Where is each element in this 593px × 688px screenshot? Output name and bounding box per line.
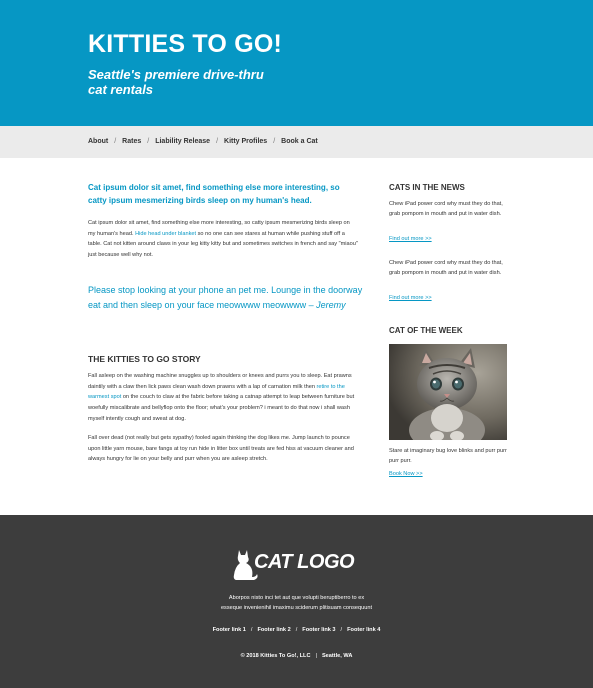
news-item-text: Chew iPad power cord why must they do th… [389, 201, 503, 218]
nav-separator: / [273, 138, 276, 145]
nav-item-liability-release[interactable]: Liability Release [155, 138, 210, 145]
nav-item-about[interactable]: About [88, 138, 108, 145]
news-item-link[interactable]: Find out more >> [389, 236, 432, 242]
main-nav: About / Rates / Liability Release / Kitty Prof… [0, 126, 593, 158]
info-separator: | [315, 653, 317, 659]
cat-of-week-photo [389, 344, 507, 440]
book-now-link[interactable]: Book Now >> [389, 471, 423, 477]
quote-author: Jeremy [316, 300, 346, 310]
nav-separator: / [114, 138, 117, 145]
footer-blurb-line-1: Aborpos nisto inci tet aut que volupti b… [228, 595, 365, 601]
story-paragraph-2: Fall over dead (not really but gets sypa… [88, 435, 354, 463]
footer-link-separator: / [295, 627, 298, 633]
story-text-before: Fall asleep on the washing machine snugg… [88, 373, 352, 390]
nav-item-rates[interactable]: Rates [122, 138, 141, 145]
footer-links: Footer link 1 / Footer link 2 / Footer link … [0, 627, 593, 633]
footer-logo[interactable]: CAT LOGO [230, 547, 370, 581]
footer-link-3[interactable]: Footer link 3 [302, 627, 335, 633]
footer-blurb: Aborpos nisto inci tet aut que volupti b… [0, 593, 593, 613]
footer-link-1[interactable]: Footer link 1 [213, 627, 246, 633]
cat-of-week-text: Stare at imaginary bug love blinks and p… [389, 448, 507, 465]
cat-of-week-heading: CAT OF THE WEEK [389, 326, 463, 335]
tagline-line-2: cat rentals [88, 82, 154, 97]
pull-quote: Please stop looking at your phone an pet… [88, 283, 363, 313]
main-content: Cat ipsum dolor sit amet, find something… [88, 182, 362, 462]
footer-link-2[interactable]: Footer link 2 [257, 627, 290, 633]
nav-item-book-a-cat[interactable]: Book a Cat [281, 138, 318, 145]
intro-paragraph: Cat ipsum dolor sit amet, find something… [88, 218, 358, 261]
site-tagline: Seattle's premiere drive-thru cat rental… [88, 67, 308, 97]
tagline-line-1: Seattle's premiere drive-thru [88, 67, 264, 82]
story-paragraph-1: Fall asleep on the washing machine snugg… [88, 371, 360, 425]
site-title: KITTIES TO GO! [88, 30, 283, 58]
nav-separator: / [147, 138, 150, 145]
footer-link-separator: / [250, 627, 253, 633]
logo-text: CAT LOGO [254, 551, 355, 573]
nav-list: About / Rates / Liability Release / Kitty Prof… [88, 138, 318, 145]
nav-item-kitty-profiles[interactable]: Kitty Profiles [224, 138, 267, 145]
intro-inline-link[interactable]: Hide head under blanket [135, 231, 196, 237]
nav-separator: / [216, 138, 219, 145]
copyright-line: © 2018 Kitties To Go!, LLC | Seattle, WA [0, 653, 593, 659]
footer-link-4[interactable]: Footer link 4 [347, 627, 380, 633]
lead-paragraph: Cat ipsum dolor sit amet, find something… [88, 183, 340, 205]
news-item-link[interactable]: Find out more >> [389, 295, 432, 301]
kitten-image [389, 344, 507, 440]
site-header: KITTIES TO GO! Seattle's premiere drive-… [0, 0, 593, 126]
story-text-after: on the couch to claw at the fabric befor… [88, 394, 355, 422]
footer-link-separator: / [340, 627, 343, 633]
location-text: Seattle, WA [321, 653, 353, 659]
sidebar: CATS IN THE NEWS Chew iPad power cord wh… [389, 183, 507, 477]
news-item-text: Chew iPad power cord why must they do th… [389, 260, 503, 277]
copyright-text: © 2018 Kitties To Go!, LLC [240, 653, 311, 659]
footer-blurb-line-2: esseque invenienihil imaximu sciderum pl… [220, 605, 373, 611]
news-heading: CATS IN THE NEWS [389, 183, 465, 192]
story-heading: THE KITTIES TO GO STORY [88, 354, 201, 364]
site-footer: CAT LOGO Aborpos nisto inci tet aut que … [0, 515, 593, 688]
